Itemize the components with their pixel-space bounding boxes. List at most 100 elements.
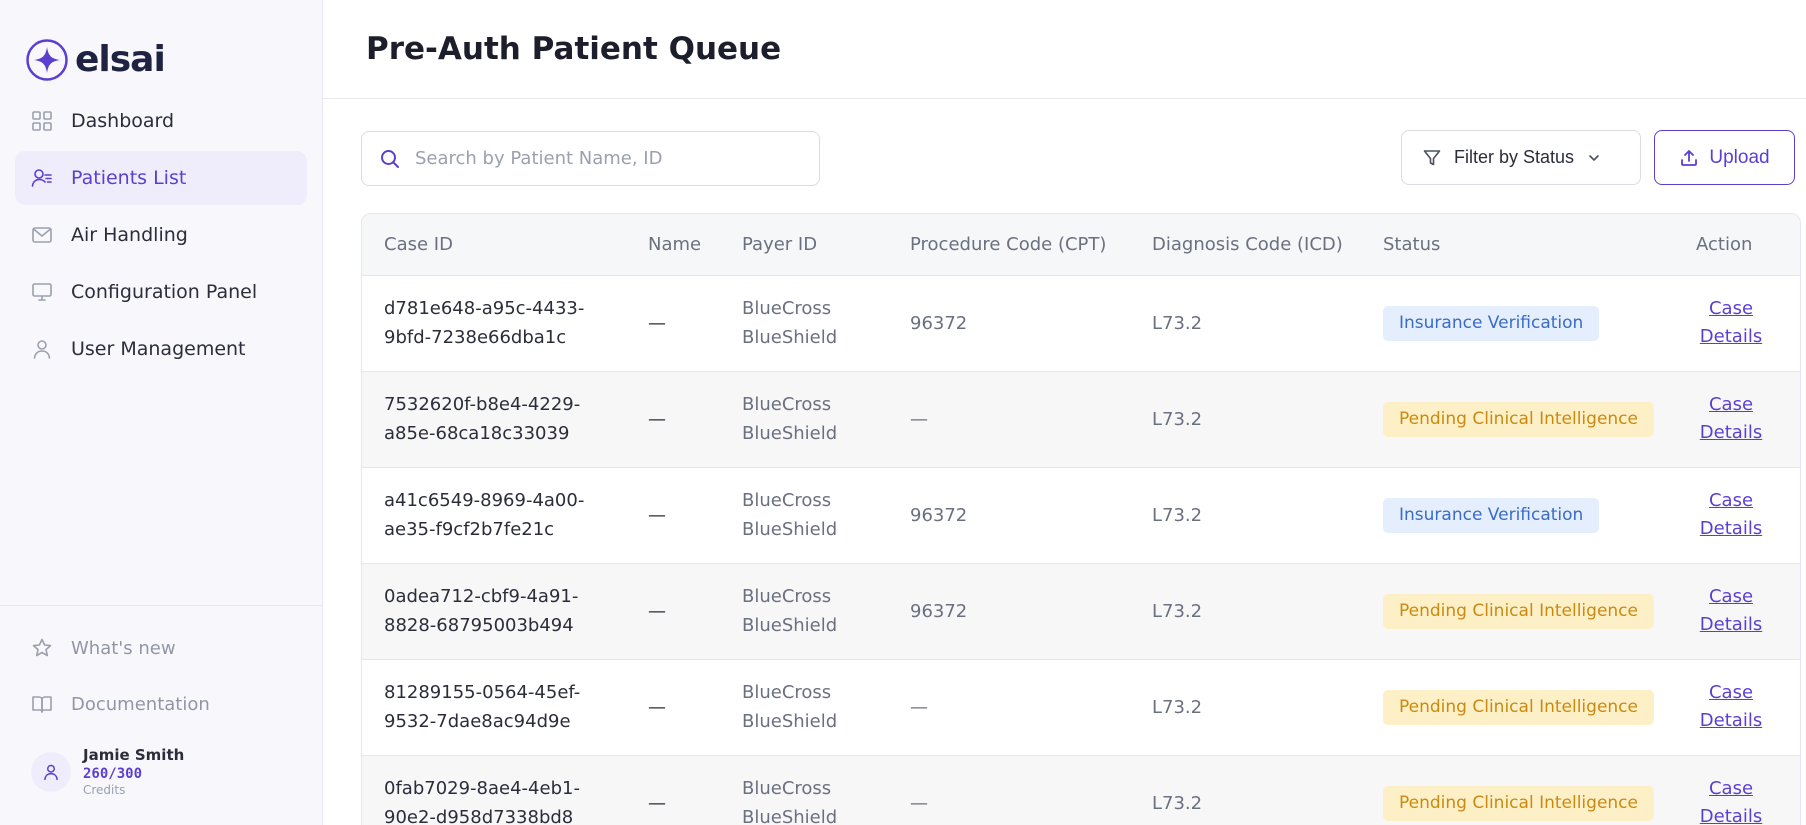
user-icon — [44, 764, 58, 780]
column-header-diagnosis-code[interactable]: Diagnosis Code (ICD) — [1130, 214, 1361, 275]
action-cell: Case Details — [1674, 563, 1800, 659]
nav-item-patients-list[interactable]: Patients List — [15, 151, 307, 205]
case-details-link[interactable]: Case Details — [1696, 487, 1766, 543]
status-cell: Pending Clinical Intelligence — [1361, 659, 1674, 755]
nav-item-user-management[interactable]: User Management — [15, 322, 307, 376]
status-badge: Pending Clinical Intelligence — [1383, 689, 1654, 725]
nav-item-label: Dashboard — [71, 110, 175, 132]
nav-item-label: Air Handling — [71, 224, 188, 246]
documentation-link[interactable]: Documentation — [15, 676, 307, 732]
column-header-case-id[interactable]: Case ID — [362, 214, 626, 275]
status-badge: Pending Clinical Intelligence — [1383, 401, 1654, 437]
action-cell: Case Details — [1674, 371, 1800, 467]
action-cell: Case Details — [1674, 467, 1800, 563]
case-id-cell: 81289155-0564-45ef- 9532-7dae8ac94d9e — [384, 682, 581, 732]
icd-cell: L73.2 — [1152, 600, 1203, 622]
nav-item-label: User Management — [71, 338, 246, 360]
upload-button[interactable]: Upload — [1654, 130, 1795, 185]
icd-cell: L73.2 — [1152, 504, 1203, 526]
name-cell: — — [648, 312, 666, 334]
nav-item-configuration-panel[interactable]: Configuration Panel — [15, 265, 307, 319]
star-icon — [32, 638, 52, 657]
user-name: Jamie Smith — [83, 746, 185, 764]
page-title: Pre-Auth Patient Queue — [366, 31, 782, 67]
payer-cell: BlueCross BlueShield — [742, 778, 838, 825]
icd-cell: L73.2 — [1152, 408, 1203, 430]
status-cell: Pending Clinical Intelligence — [1361, 563, 1674, 659]
brand-name: elsai — [75, 39, 166, 80]
case-details-link[interactable]: Case Details — [1696, 583, 1766, 639]
credits-label: Credits — [83, 783, 126, 797]
patient-queue-table: Case ID Name Payer ID Procedure Code (CP… — [361, 213, 1801, 825]
action-cell: Case Details — [1674, 275, 1800, 371]
search-box[interactable] — [361, 131, 820, 186]
table-row[interactable]: 0adea712-cbf9-4a91- 8828-68795003b494 — B… — [362, 563, 1800, 659]
upload-label: Upload — [1709, 146, 1770, 168]
case-id-cell: a41c6549-8969-4a00- ae35-f9cf2b7fe21c — [384, 490, 585, 540]
icd-cell: L73.2 — [1152, 696, 1203, 718]
chevron-down-icon — [1589, 154, 1599, 161]
main-nav: Dashboard Patients List Air Handling Con… — [0, 94, 322, 376]
nav-item-dashboard[interactable]: Dashboard — [15, 94, 307, 148]
credits-value: 260/300 — [83, 766, 143, 782]
payer-cell: BlueCross BlueShield — [742, 586, 838, 636]
case-id-cell: d781e648-a95c-4433- 9bfd-7238e66dba1c — [384, 298, 585, 348]
column-header-payer-id[interactable]: Payer ID — [720, 214, 888, 275]
name-cell: — — [648, 408, 666, 430]
table-row[interactable]: d781e648-a95c-4433- 9bfd-7238e66dba1c — B… — [362, 275, 1800, 371]
column-header-procedure-code[interactable]: Procedure Code (CPT) — [888, 214, 1130, 275]
cpt-cell: 96372 — [910, 600, 968, 622]
status-badge: Pending Clinical Intelligence — [1383, 785, 1654, 821]
column-header-action: Action — [1696, 233, 1753, 255]
case-id-cell: 0adea712-cbf9-4a91- 8828-68795003b494 — [384, 586, 579, 636]
case-details-link[interactable]: Case Details — [1696, 295, 1766, 351]
mail-icon — [31, 224, 53, 246]
search-icon — [381, 149, 399, 168]
case-details-link[interactable]: Case Details — [1696, 775, 1766, 825]
payer-cell: BlueCross BlueShield — [742, 298, 838, 348]
user-icon — [31, 338, 53, 360]
whats-new-label: What's new — [71, 637, 176, 659]
main-content: Pre-Auth Patient Queue Filter by Status … — [323, 0, 1806, 825]
column-header-status[interactable]: Status — [1361, 214, 1674, 275]
table-row[interactable]: a41c6549-8969-4a00- ae35-f9cf2b7fe21c — B… — [362, 467, 1800, 563]
nav-item-air-handling[interactable]: Air Handling — [15, 208, 307, 262]
user-info: Jamie Smith 260/300 Credits — [83, 746, 184, 797]
status-badge: Insurance Verification — [1383, 497, 1600, 533]
cpt-cell: — — [910, 792, 928, 814]
name-cell: — — [648, 504, 666, 526]
payer-cell: BlueCross BlueShield — [742, 394, 838, 444]
user-profile[interactable]: Jamie Smith 260/300 Credits — [15, 738, 307, 797]
sidebar: elsai Dashboard Patients List Air Handli… — [0, 0, 323, 825]
table-row[interactable]: 81289155-0564-45ef- 9532-7dae8ac94d9e — B… — [362, 659, 1800, 755]
status-badge: Pending Clinical Intelligence — [1383, 593, 1654, 629]
page-header: Pre-Auth Patient Queue — [323, 0, 1806, 99]
case-id-cell: 0fab7029-8ae4-4eb1- 90e2-d958d7338bd8 — [384, 778, 580, 825]
icd-cell: L73.2 — [1152, 312, 1203, 334]
case-details-link[interactable]: Case Details — [1696, 679, 1766, 735]
search-input[interactable] — [415, 148, 795, 169]
status-badge: Insurance Verification — [1383, 305, 1600, 341]
table-row[interactable]: 7532620f-b8e4-4229- a85e-68ca18c33039 — B… — [362, 371, 1800, 467]
nav-item-label: Configuration Panel — [71, 281, 258, 303]
filter-by-status-button[interactable]: Filter by Status — [1401, 130, 1641, 185]
cpt-cell: — — [910, 408, 928, 430]
nav-item-label: Patients List — [71, 167, 187, 189]
case-details-link[interactable]: Case Details — [1696, 391, 1766, 447]
status-cell: Insurance Verification — [1361, 275, 1674, 371]
avatar — [31, 751, 71, 792]
name-cell: — — [648, 696, 666, 718]
status-cell: Pending Clinical Intelligence — [1361, 755, 1674, 825]
sidebar-footer: What's new Documentation Jamie Smith 260… — [0, 605, 322, 797]
whats-new-link[interactable]: What's new — [15, 620, 307, 676]
table-header-row: Case ID Name Payer ID Procedure Code (CP… — [362, 214, 1800, 275]
action-cell: Case Details — [1674, 755, 1800, 825]
column-header-name[interactable]: Name — [626, 214, 720, 275]
table-row[interactable]: 0fab7029-8ae4-4eb1- 90e2-d958d7338bd8 — B… — [362, 755, 1800, 825]
grid-icon — [31, 110, 53, 132]
documentation-label: Documentation — [71, 693, 210, 715]
filter-label: Filter by Status — [1454, 147, 1575, 167]
cpt-cell: 96372 — [910, 312, 968, 334]
brand[interactable]: elsai — [0, 0, 322, 94]
case-id-cell: 7532620f-b8e4-4229- a85e-68ca18c33039 — [384, 394, 581, 444]
